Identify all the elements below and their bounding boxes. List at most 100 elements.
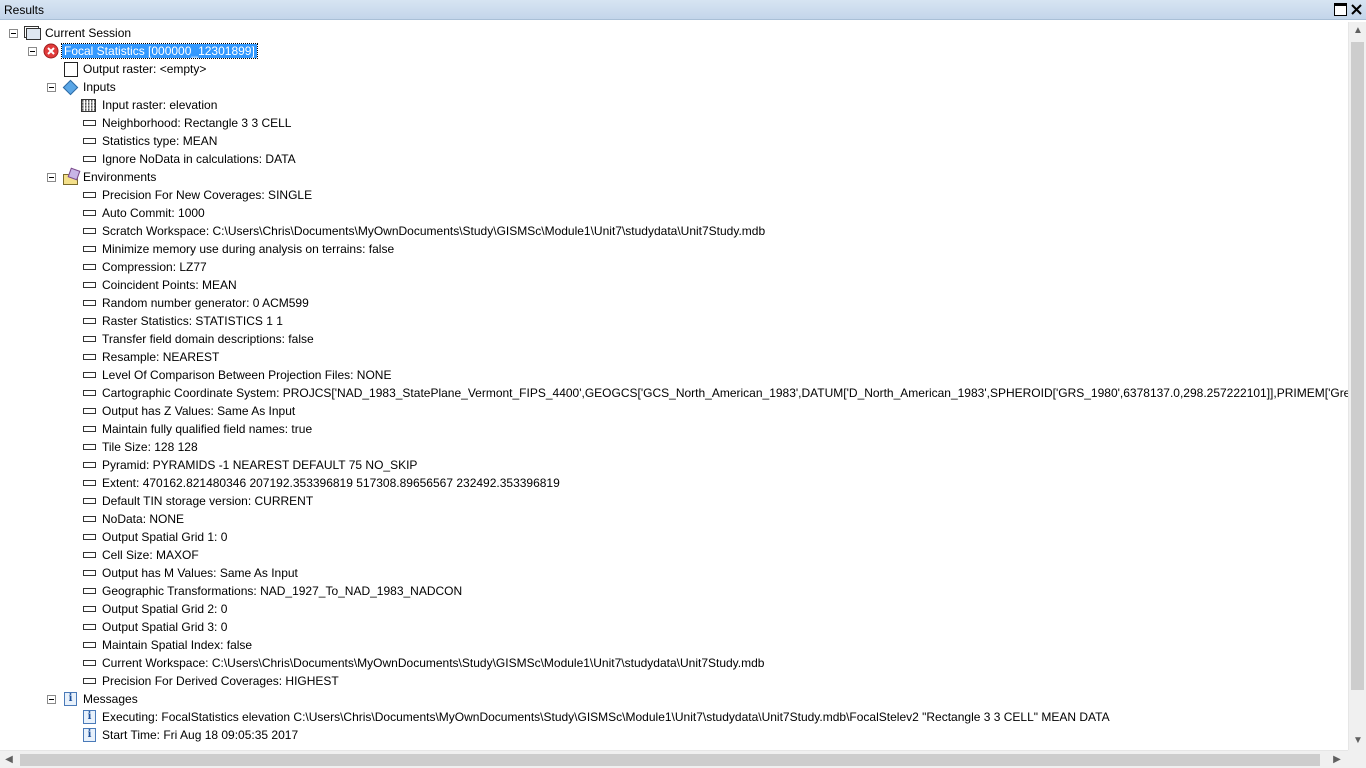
session-icon [25,25,41,41]
tree-item-environment[interactable]: Output Spatial Grid 2: 0 [0,600,1348,618]
parameter-icon [81,259,97,275]
parameter-icon [81,493,97,509]
environment-label: Output Spatial Grid 1: 0 [102,530,228,544]
scroll-up-icon[interactable]: ▲ [1349,22,1366,40]
tree-item-message[interactable]: Executing: FocalStatistics elevation C:\… [0,708,1300,726]
tree-item-environment[interactable]: NoData: NONE [0,510,1348,528]
message-label: Executing: FocalStatistics elevation C:\… [102,710,1110,724]
environment-label: Coincident Points: MEAN [102,278,237,292]
collapse-tool-toggle[interactable] [28,47,37,56]
parameter-icon [81,133,97,149]
maximize-icon[interactable] [1334,3,1347,16]
tree-item-environment[interactable]: Coincident Points: MEAN [0,276,1348,294]
tool-label: Focal Statistics [000000_12301899] [61,43,258,59]
input-label: Neighborhood: Rectangle 3 3 CELL [102,116,292,130]
scroll-down-icon[interactable]: ▼ [1349,732,1366,750]
environment-label: Level Of Comparison Between Projection F… [102,368,392,382]
environment-label: Output Spatial Grid 3: 0 [102,620,228,634]
scrollbar-corner [1348,750,1366,768]
parameter-icon [81,511,97,527]
tree-item-environment[interactable]: Random number generator: 0 ACM599 [0,294,1348,312]
tree-item-message[interactable]: Start Time: Fri Aug 18 09:05:35 2017 [0,726,600,744]
tree-node-inputs[interactable]: Inputs [0,78,400,96]
tree-item-environment[interactable]: Transfer field domain descriptions: fals… [0,330,1348,348]
parameter-icon [81,313,97,329]
tree-item-environment[interactable]: Level Of Comparison Between Projection F… [0,366,1348,384]
tree-node-messages[interactable]: Messages [0,690,400,708]
horizontal-scroll-thumb[interactable] [20,754,1320,766]
scroll-left-icon[interactable]: ◀ [0,751,18,768]
vertical-scroll-thumb[interactable] [1351,42,1364,690]
tree-item-environment[interactable]: Current Workspace: C:\Users\Chris\Docume… [0,654,1348,672]
tree-node-tool[interactable]: Focal Statistics [000000_12301899] [0,42,400,60]
tree-item-environment[interactable]: Output has M Values: Same As Input [0,564,1348,582]
close-icon[interactable] [1350,3,1363,16]
scroll-right-icon[interactable]: ▶ [1328,751,1346,768]
parameter-icon [81,205,97,221]
parameter-icon [81,565,97,581]
parameter-icon [81,151,97,167]
tree-item-environment[interactable]: Auto Commit: 1000 [0,204,1348,222]
tree-item-environment[interactable]: Cartographic Coordinate System: PROJCS['… [0,384,1348,402]
tree-item-environment[interactable]: Maintain Spatial Index: false [0,636,1348,654]
environment-label: Scratch Workspace: C:\Users\Chris\Docume… [102,224,766,238]
collapse-environments-toggle[interactable] [47,173,56,182]
collapse-session-toggle[interactable] [9,29,18,38]
environment-label: Current Workspace: C:\Users\Chris\Docume… [102,656,765,670]
environment-label: Resample: NEAREST [102,350,220,364]
tree-item-environment[interactable]: Precision For New Coverages: SINGLE [0,186,1348,204]
parameter-icon [81,331,97,347]
environment-label: Auto Commit: 1000 [102,206,205,220]
tree-item-environment[interactable]: Raster Statistics: STATISTICS 1 1 [0,312,1348,330]
window-title: Results [4,3,45,17]
input-label: Statistics type: MEAN [102,134,218,148]
session-label: Current Session [45,26,132,40]
tree-item-environment[interactable]: Scratch Workspace: C:\Users\Chris\Docume… [0,222,1348,240]
raster-icon [81,99,96,112]
tree-item-environment[interactable]: Cell Size: MAXOF [0,546,1348,564]
tree-item-environment[interactable]: Output Spatial Grid 1: 0 [0,528,1348,546]
parameter-icon [81,457,97,473]
tree-item-input[interactable]: Neighborhood: Rectangle 3 3 CELL [0,114,600,132]
tree-item-environment[interactable]: Output Spatial Grid 3: 0 [0,618,1348,636]
tree-item-environment[interactable]: Minimize memory use during analysis on t… [0,240,1348,258]
tree-item-environment[interactable]: Pyramid: PYRAMIDS -1 NEAREST DEFAULT 75 … [0,456,1348,474]
tree-item-input[interactable]: Ignore NoData in calculations: DATA [0,150,600,168]
environment-label: NoData: NONE [102,512,185,526]
environment-label: Tile Size: 128 128 [102,440,198,454]
tree-item-environment[interactable]: Default TIN storage version: CURRENT [0,492,1348,510]
parameter-icon [81,673,97,689]
tree-item-input[interactable]: Input raster: elevation [0,96,600,114]
collapse-inputs-toggle[interactable] [47,83,56,92]
tree-item-environment[interactable]: Precision For Derived Coverages: HIGHEST [0,672,1348,690]
tree-item-input[interactable]: Statistics type: MEAN [0,132,600,150]
tree-item-environment[interactable]: Maintain fully qualified field names: tr… [0,420,1348,438]
tree-item-environment[interactable]: Output has Z Values: Same As Input [0,402,1348,420]
info-icon [81,709,97,725]
environment-label: Output Spatial Grid 2: 0 [102,602,228,616]
parameter-icon [81,403,97,419]
window-titlebar: Results [0,0,1366,20]
error-icon [43,43,59,59]
environment-label: Random number generator: 0 ACM599 [102,296,309,310]
vertical-scrollbar[interactable]: ▲ ▼ [1348,22,1366,750]
environment-label: Maintain fully qualified field names: tr… [102,422,313,436]
results-tree[interactable]: Current Session Focal Statistics [000000… [0,22,1348,750]
collapse-messages-toggle[interactable] [47,695,56,704]
input-label: Input raster: elevation [102,98,218,112]
parameter-icon [81,439,97,455]
environment-label: Raster Statistics: STATISTICS 1 1 [102,314,283,328]
tree-node-output[interactable]: Output raster: <empty> [0,60,400,78]
parameter-icon [81,367,97,383]
horizontal-scrollbar[interactable]: ◀ ▶ [0,750,1348,768]
tree-node-session[interactable]: Current Session [0,24,400,42]
tree-item-environment[interactable]: Resample: NEAREST [0,348,1348,366]
parameter-icon [81,295,97,311]
tree-node-environments[interactable]: Environments [0,168,400,186]
tree-item-environment[interactable]: Tile Size: 128 128 [0,438,1348,456]
tree-item-environment[interactable]: Extent: 470162.821480346 207192.35339681… [0,474,1348,492]
tree-item-environment[interactable]: Compression: LZ77 [0,258,1348,276]
parameter-icon [81,475,97,491]
tree-item-environment[interactable]: Geographic Transformations: NAD_1927_To_… [0,582,1348,600]
parameter-icon [81,601,97,617]
